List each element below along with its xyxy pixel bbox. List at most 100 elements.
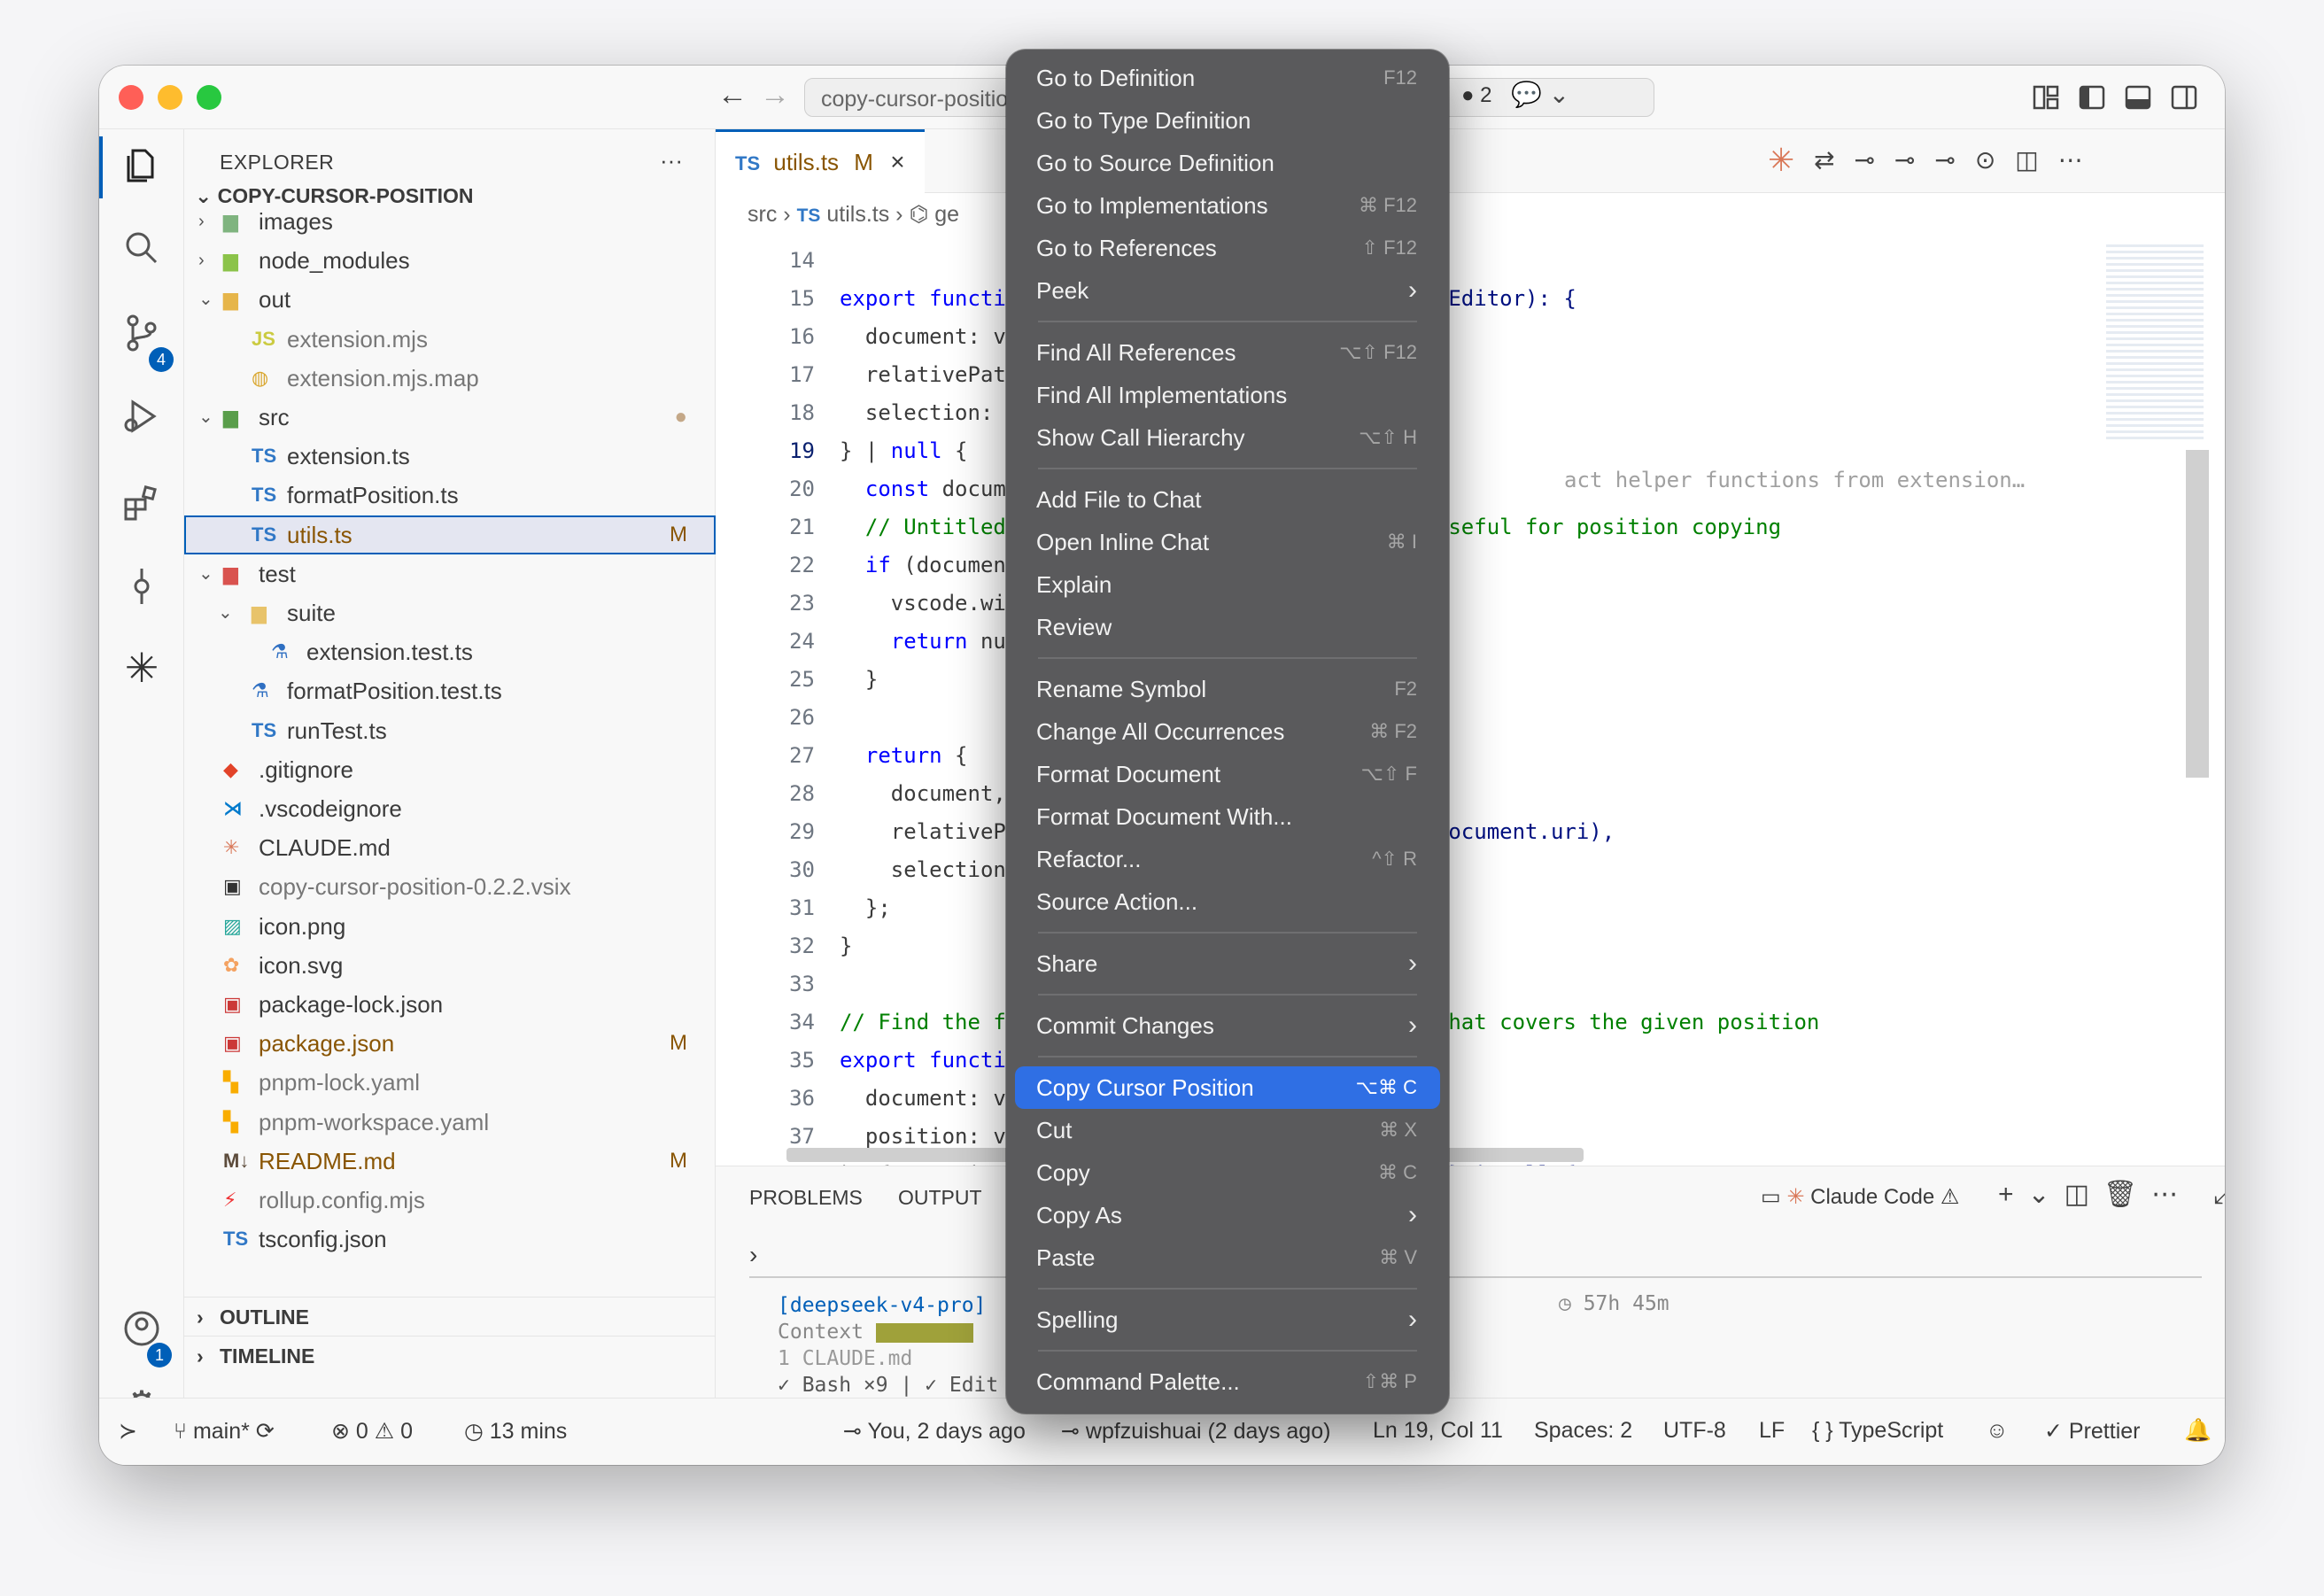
menu-item-find-all-implementations[interactable]: Find All Implementations bbox=[1015, 374, 1440, 416]
claude-spark-icon[interactable]: ✳ bbox=[120, 647, 163, 689]
menu-item-paste[interactable]: Paste ⌘ V bbox=[1015, 1236, 1440, 1279]
menu-item-share[interactable]: Share › bbox=[1015, 942, 1440, 985]
tree-item[interactable]: ⚗ extension.test.ts bbox=[184, 632, 716, 671]
tree-item[interactable]: ▣ package.json M bbox=[184, 1024, 716, 1063]
close-window-button[interactable] bbox=[119, 85, 143, 110]
forward-arrow-icon[interactable]: → bbox=[760, 78, 790, 112]
menu-item-go-to-implementations[interactable]: Go to Implementations ⌘ F12 bbox=[1015, 184, 1440, 227]
remote-icon[interactable]: ≻ bbox=[119, 1418, 137, 1445]
menu-item-spelling[interactable]: Spelling › bbox=[1015, 1298, 1440, 1341]
menu-item-copy-as[interactable]: Copy As › bbox=[1015, 1194, 1440, 1236]
menu-item-change-all-occurrences[interactable]: Change All Occurrences ⌘ F2 bbox=[1015, 710, 1440, 753]
menu-item-explain[interactable]: Explain bbox=[1015, 563, 1440, 606]
git-graph-icon[interactable] bbox=[120, 565, 163, 608]
tree-item[interactable]: TS formatPosition.ts bbox=[184, 476, 716, 515]
tree-item[interactable]: ⋊ .vscodeignore bbox=[184, 789, 716, 828]
menu-item-source-action[interactable]: Source Action... bbox=[1015, 880, 1440, 923]
tree-item[interactable]: ⌄ ▆ src ● bbox=[184, 398, 716, 437]
branch-item[interactable]: ⑂ main* ⟳ bbox=[174, 1418, 275, 1445]
explorer-icon[interactable] bbox=[120, 143, 163, 186]
tree-item[interactable]: ▣ package-lock.json bbox=[184, 985, 716, 1024]
editor-actions[interactable]: ⇄⊸⊸⊸⊙◫⋯ bbox=[1814, 145, 2103, 174]
minimap[interactable] bbox=[2106, 244, 2204, 439]
editor-scrollbar[interactable] bbox=[2186, 450, 2209, 778]
encoding[interactable]: UTF-8 bbox=[1663, 1418, 1726, 1444]
tree-item[interactable]: TS tsconfig.json bbox=[184, 1220, 716, 1256]
menu-item-command-palette[interactable]: Command Palette... ⇧⌘ P bbox=[1015, 1360, 1440, 1403]
tree-item[interactable]: ⚡ rollup.config.mjs bbox=[184, 1181, 716, 1220]
menu-item-find-all-references[interactable]: Find All References ⌥⇧ F12 bbox=[1015, 331, 1440, 374]
menu-item-refactor[interactable]: Refactor... ^⇧ R bbox=[1015, 838, 1440, 880]
search-icon[interactable] bbox=[120, 227, 163, 269]
menu-item-go-to-type-definition[interactable]: Go to Type Definition bbox=[1015, 99, 1440, 142]
tree-item[interactable]: ▚ pnpm-workspace.yaml bbox=[184, 1103, 716, 1142]
cursor-position[interactable]: Ln 19, Col 11 bbox=[1373, 1418, 1503, 1444]
menu-item-add-file-to-chat[interactable]: Add File to Chat bbox=[1015, 478, 1440, 521]
chat-icon[interactable]: 💬 ⌄ bbox=[1511, 80, 1569, 109]
prettier-item[interactable]: ✓ Prettier bbox=[2044, 1418, 2141, 1445]
copilot-icon[interactable]: ☺ bbox=[1986, 1418, 2009, 1444]
time-item[interactable]: ◷ 13 mins bbox=[464, 1418, 567, 1445]
menu-item-show-call-hierarchy[interactable]: Show Call Hierarchy ⌥⇧ H bbox=[1015, 416, 1440, 459]
menu-item-commit-changes[interactable]: Commit Changes › bbox=[1015, 1004, 1440, 1047]
notifications-count[interactable]: ● 2 bbox=[1461, 83, 1492, 108]
tree-item[interactable]: ✿ icon.svg bbox=[184, 946, 716, 985]
menu-item-go-to-source-definition[interactable]: Go to Source Definition bbox=[1015, 142, 1440, 184]
tree-item[interactable]: ⚗ formatPosition.test.ts bbox=[184, 671, 716, 710]
tree-item[interactable]: M↓ README.md M bbox=[184, 1142, 716, 1181]
close-tab-icon[interactable]: × bbox=[890, 148, 904, 175]
language-mode[interactable]: { } TypeScript bbox=[1812, 1418, 1943, 1444]
menu-item-go-to-definition[interactable]: Go to Definition F12 bbox=[1015, 57, 1440, 99]
terminal-selector[interactable]: ▭ ✳ Claude Code ⚠ bbox=[1761, 1184, 1959, 1210]
toggle-panel-icon[interactable] bbox=[2124, 83, 2152, 112]
menu-item-review[interactable]: Review bbox=[1015, 606, 1440, 648]
tab-output[interactable]: OUTPUT bbox=[898, 1186, 982, 1210]
menu-item-peek[interactable]: Peek › bbox=[1015, 269, 1440, 312]
blame-item[interactable]: ⊸ You, 2 days ago bbox=[843, 1418, 1026, 1445]
menu-item-format-document[interactable]: Format Document ⌥⇧ F bbox=[1015, 753, 1440, 795]
menu-item-copy[interactable]: Copy ⌘ C bbox=[1015, 1151, 1440, 1194]
menu-item-go-to-references[interactable]: Go to References ⇧ F12 bbox=[1015, 227, 1440, 269]
toggle-secondary-sidebar-icon[interactable] bbox=[2170, 83, 2198, 112]
tree-item[interactable]: ▣ copy-cursor-position-0.2.2.vsix bbox=[184, 867, 716, 906]
tab-problems[interactable]: PROBLEMS bbox=[749, 1186, 863, 1210]
tab-utils-ts[interactable]: TS utils.ts M × bbox=[716, 129, 925, 193]
tree-item[interactable]: ◍ extension.mjs.map bbox=[184, 359, 716, 398]
notifications-bell-icon[interactable]: 🔔 bbox=[2184, 1418, 2212, 1444]
crumb-file[interactable]: utils.ts bbox=[826, 202, 889, 227]
problems-item[interactable]: ⊗ 0 ⚠ 0 bbox=[331, 1418, 413, 1445]
toggle-sidebar-icon[interactable] bbox=[2078, 83, 2106, 112]
crumb-symbol[interactable]: ge bbox=[934, 202, 959, 227]
crumb-src[interactable]: src bbox=[748, 202, 777, 227]
claude-icon[interactable]: ✳ bbox=[1768, 142, 1794, 179]
indentation[interactable]: Spaces: 2 bbox=[1534, 1418, 1632, 1444]
zoom-window-button[interactable] bbox=[197, 85, 221, 110]
run-debug-icon[interactable] bbox=[120, 395, 163, 438]
workspace-root[interactable]: ⌄ COPY-CURSOR-POSITION bbox=[195, 184, 473, 208]
panel-actions[interactable]: +⌄◫🗑⋯ ⤢✕ bbox=[1998, 1179, 2225, 1210]
back-arrow-icon[interactable]: ← bbox=[717, 78, 748, 112]
extensions-icon[interactable] bbox=[120, 482, 163, 524]
outline-section[interactable]: › OUTLINE bbox=[184, 1297, 716, 1336]
menu-item-cut[interactable]: Cut ⌘ X bbox=[1015, 1109, 1440, 1151]
menu-item-rename-symbol[interactable]: Rename Symbol F2 bbox=[1015, 668, 1440, 710]
end-of-line[interactable]: LF bbox=[1759, 1418, 1785, 1444]
menu-item-format-document-with[interactable]: Format Document With... bbox=[1015, 795, 1440, 838]
tree-item[interactable]: ⌄ ▆ suite bbox=[184, 593, 716, 632]
menu-item-open-inline-chat[interactable]: Open Inline Chat ⌘ I bbox=[1015, 521, 1440, 563]
tree-item[interactable]: TS utils.ts M bbox=[184, 515, 716, 554]
tree-item[interactable]: TS extension.ts bbox=[184, 437, 716, 476]
tree-item[interactable]: JS extension.mjs bbox=[184, 320, 716, 359]
tree-item[interactable]: ⌄ ▆ test bbox=[184, 554, 716, 593]
tree-item[interactable]: › ▆ node_modules bbox=[184, 241, 716, 280]
timeline-section[interactable]: › TIMELINE bbox=[184, 1336, 716, 1375]
minimize-window-button[interactable] bbox=[158, 85, 182, 110]
tree-item[interactable]: ▨ icon.png bbox=[184, 907, 716, 946]
tree-item[interactable]: TS runTest.ts bbox=[184, 711, 716, 750]
tree-item[interactable]: ✳ CLAUDE.md bbox=[184, 828, 716, 867]
menu-item-copy-cursor-position[interactable]: Copy Cursor Position ⌥⌘ C bbox=[1015, 1066, 1440, 1109]
tree-item[interactable]: ⌄ ▆ out bbox=[184, 280, 716, 319]
explorer-more-button[interactable]: ··· bbox=[660, 147, 683, 174]
tree-item[interactable]: ◆ .gitignore bbox=[184, 750, 716, 789]
customize-layout-icon[interactable] bbox=[2032, 83, 2060, 112]
